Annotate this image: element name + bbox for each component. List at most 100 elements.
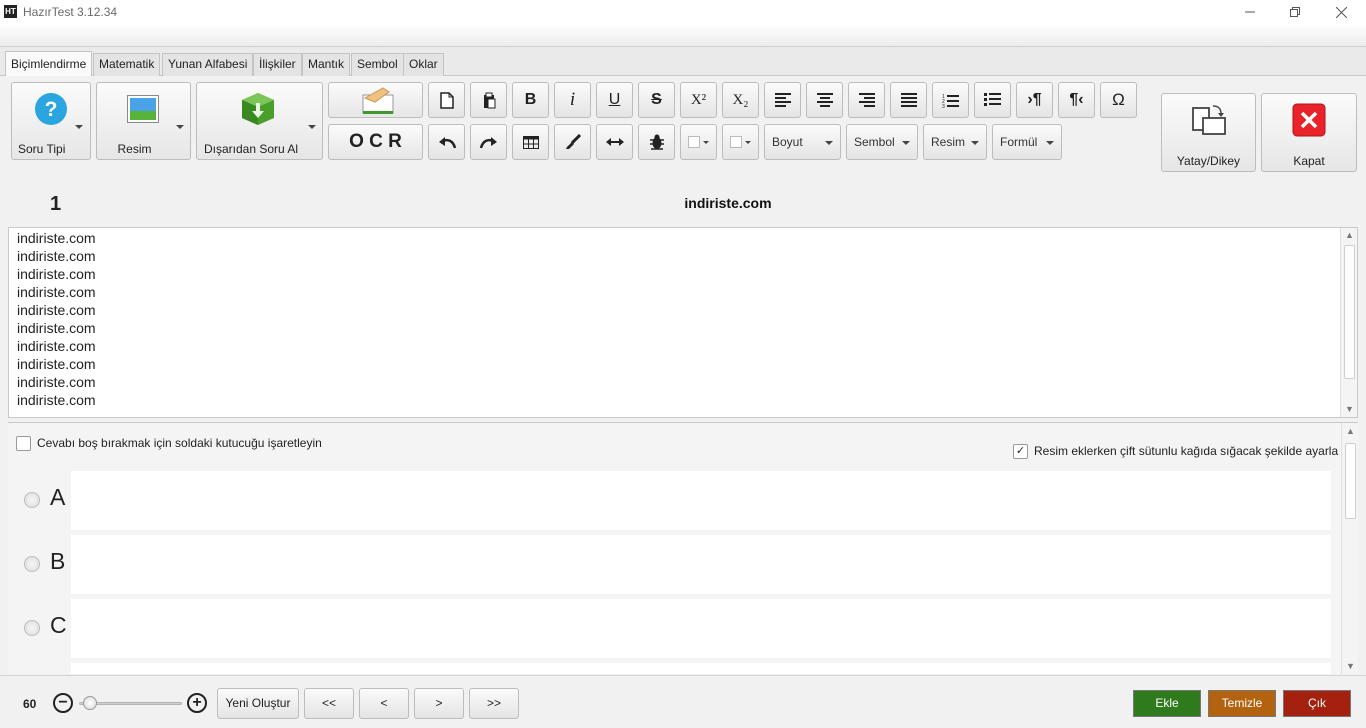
- close-window-button[interactable]: [1318, 0, 1364, 24]
- chevron-down-icon: [75, 125, 83, 129]
- numbered-list-button[interactable]: 123: [932, 82, 969, 118]
- special-character-button[interactable]: Ω: [1100, 82, 1137, 118]
- align-right-button[interactable]: [848, 82, 885, 118]
- answer-a-radio[interactable]: [24, 492, 40, 508]
- soru-tipi-button[interactable]: ? Soru Tipi: [11, 82, 91, 160]
- tab-bicimlendirme[interactable]: Biçimlendirme: [5, 51, 93, 77]
- first-question-button[interactable]: <<: [304, 688, 354, 719]
- insert-table-button[interactable]: [512, 124, 549, 160]
- tab-matematik[interactable]: Matematik: [93, 53, 161, 76]
- bottom-bar: 60 − + Yeni Oluştur << < > >> Ekle Temiz…: [0, 675, 1366, 728]
- paste-button[interactable]: [470, 82, 507, 118]
- align-left-button[interactable]: [764, 82, 801, 118]
- scroll-up-icon[interactable]: ▲: [1346, 426, 1355, 436]
- align-center-button[interactable]: [806, 82, 843, 118]
- superscript-button[interactable]: X²: [680, 82, 717, 118]
- svg-text:3: 3: [942, 104, 945, 108]
- close-icon: [1335, 6, 1347, 18]
- editor-scrollbar[interactable]: ▲ ▼: [1340, 228, 1357, 417]
- scroll-down-icon[interactable]: ▼: [1346, 661, 1355, 671]
- temizle-button[interactable]: Temizle: [1208, 690, 1276, 717]
- formul-dropdown[interactable]: Formül: [992, 124, 1062, 160]
- justify-button[interactable]: [890, 82, 927, 118]
- editor-line: indiriste.com: [17, 230, 96, 246]
- horizontal-arrows-icon: [605, 138, 624, 146]
- zoom-out-button[interactable]: −: [53, 693, 73, 713]
- resim-dropdown[interactable]: Resim: [923, 124, 987, 160]
- debug-button[interactable]: [638, 124, 675, 160]
- yatay-dikey-button[interactable]: Yatay/Dikey: [1161, 93, 1256, 172]
- editor-content[interactable]: indiriste.com indiriste.com indiriste.co…: [17, 229, 96, 409]
- disaridan-soru-al-button[interactable]: Dışarıdan Soru Al: [196, 82, 323, 160]
- scrollbar-thumb[interactable]: [1344, 245, 1355, 379]
- fit-images-checkbox[interactable]: ✓: [1013, 444, 1028, 459]
- ekle-button[interactable]: Ekle: [1133, 690, 1201, 717]
- sembol-label: Sembol: [854, 135, 895, 149]
- minimize-button[interactable]: [1227, 0, 1273, 24]
- scrollbar-thumb[interactable]: [1345, 443, 1356, 519]
- previous-question-button[interactable]: <: [359, 688, 409, 719]
- redo-button[interactable]: [470, 124, 507, 160]
- kapat-button[interactable]: Kapat: [1261, 93, 1357, 172]
- editor-line: indiriste.com: [17, 266, 96, 282]
- next-question-button[interactable]: >: [414, 688, 464, 719]
- undo-button[interactable]: [428, 124, 465, 160]
- capture-hand-icon: [362, 87, 394, 114]
- rtl-paragraph-button[interactable]: ¶‹: [1058, 82, 1095, 118]
- ribbon-toolbar: ? Soru Tipi Resim Dışarıdan Soru Al O C …: [0, 76, 1366, 184]
- answer-letter: C: [50, 612, 67, 638]
- horizontal-line-button[interactable]: [596, 124, 633, 160]
- scroll-down-icon[interactable]: ▼: [1345, 404, 1354, 414]
- chevron-down-icon: [971, 141, 979, 145]
- kapat-label: Kapat: [1293, 154, 1325, 168]
- restore-button[interactable]: [1272, 0, 1318, 24]
- ocr-button[interactable]: O C R: [328, 124, 423, 160]
- yeni-olustur-button[interactable]: Yeni Oluştur: [217, 688, 299, 719]
- scroll-up-icon[interactable]: ▲: [1345, 230, 1354, 240]
- subscript-button[interactable]: X₂: [722, 82, 759, 118]
- bullet-list-button[interactable]: [974, 82, 1011, 118]
- editor-line: indiriste.com: [17, 284, 96, 300]
- tab-oklar[interactable]: Oklar: [403, 53, 444, 76]
- ltr-paragraph-button[interactable]: ›¶: [1016, 82, 1053, 118]
- tab-mantik[interactable]: Mantık: [302, 53, 351, 76]
- italic-button[interactable]: i: [554, 82, 591, 118]
- format-painter-button[interactable]: [554, 124, 591, 160]
- answer-b-input[interactable]: [71, 535, 1331, 594]
- question-editor[interactable]: indiriste.com indiriste.com indiriste.co…: [8, 227, 1358, 418]
- underline-button[interactable]: U: [596, 82, 633, 118]
- zoom-in-button[interactable]: +: [187, 693, 207, 713]
- zoom-value: 60: [23, 697, 37, 711]
- answer-b-radio[interactable]: [24, 556, 40, 572]
- answer-a-input[interactable]: [71, 471, 1331, 530]
- answer-c-input[interactable]: [71, 599, 1331, 658]
- answer-c-radio[interactable]: [24, 620, 40, 636]
- zoom-slider-thumb[interactable]: [83, 696, 98, 710]
- answer-letter: B: [50, 548, 66, 574]
- text-color-button[interactable]: [680, 124, 717, 160]
- tab-sembol[interactable]: Sembol: [351, 53, 404, 76]
- tab-yunan-alfabesi[interactable]: Yunan Alfabesi: [162, 53, 254, 76]
- align-right-icon: [858, 93, 875, 107]
- new-document-button[interactable]: [428, 82, 465, 118]
- strikethrough-button[interactable]: S: [638, 82, 675, 118]
- window-title: HazırTest 3.12.34: [23, 5, 118, 19]
- boyut-dropdown[interactable]: Boyut: [764, 124, 841, 160]
- last-question-button[interactable]: >>: [469, 688, 519, 719]
- chevron-down-icon: [308, 125, 316, 129]
- answer-d-input[interactable]: [71, 663, 1331, 674]
- sembol-dropdown[interactable]: Sembol: [846, 124, 918, 160]
- cik-button[interactable]: Çık: [1283, 690, 1351, 717]
- paste-icon: [483, 92, 495, 108]
- bold-button[interactable]: B: [512, 82, 549, 118]
- answers-scrollbar[interactable]: ▲ ▼: [1341, 423, 1358, 674]
- redo-icon: [479, 137, 497, 149]
- editor-line: indiriste.com: [17, 356, 96, 372]
- leave-blank-label: Cevabı boş bırakmak için soldaki kutucuğ…: [37, 436, 322, 450]
- package-import-icon: [242, 93, 274, 125]
- resim-button[interactable]: Resim: [96, 82, 191, 160]
- tab-iliskiler[interactable]: İlişkiler: [253, 53, 302, 76]
- screen-capture-button[interactable]: [328, 82, 423, 118]
- highlight-color-button[interactable]: [722, 124, 759, 160]
- leave-blank-checkbox[interactable]: [16, 436, 31, 451]
